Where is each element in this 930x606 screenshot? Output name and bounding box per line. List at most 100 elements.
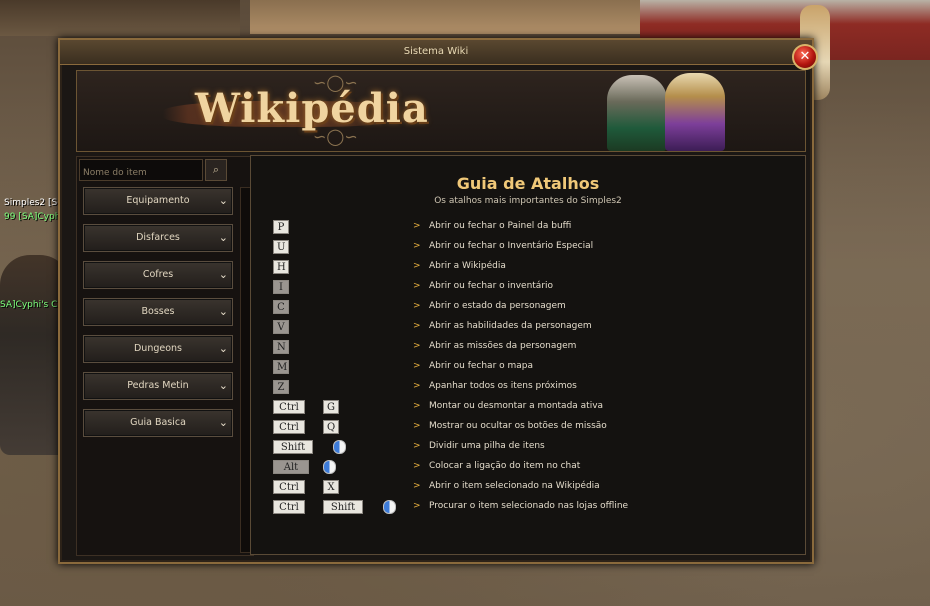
key-ctrl: Ctrl [273, 480, 305, 494]
menu-item-label: Cofres [142, 269, 174, 280]
menu-item-disfarces[interactable]: Disfarces ⌄ [83, 224, 233, 252]
chevron-down-icon: ⌄ [218, 231, 228, 244]
window-titlebar[interactable]: Sistema Wiki [60, 40, 812, 65]
nameplate-3: SA]Cyphi's C [0, 300, 58, 310]
sidebar: ⌕ Equipamento ⌄ Disfarces ⌄ Cofres ⌄ Bos… [76, 156, 254, 556]
shortcut-description: Abrir ou fechar o mapa [429, 361, 534, 371]
shortcut-description: Abrir ou fechar o inventário [429, 281, 554, 291]
shortcut-row: N > Abrir as missões da personagem [273, 338, 793, 358]
bullet-icon: > [413, 481, 421, 491]
mouse-icon [323, 460, 336, 474]
key-shift: Shift [323, 500, 363, 514]
shortcut-row: V > Abrir as habilidades da personagem [273, 318, 793, 338]
menu-item-label: Guia Basica [130, 417, 186, 428]
window-title: Sistema Wiki [403, 46, 469, 57]
key-shift: Shift [273, 440, 313, 454]
menu-item-cofres[interactable]: Cofres ⌄ [83, 261, 233, 289]
shortcut-row: Ctrl G > Montar ou desmontar a montada ativ… [273, 398, 793, 418]
key-n: N [273, 340, 289, 354]
search-button[interactable]: ⌕ [205, 159, 227, 181]
key-q: Q [323, 420, 339, 434]
shortcut-description: Montar ou desmontar a montada ativa [429, 401, 604, 411]
menu-item-label: Pedras Metin [127, 380, 189, 391]
chevron-down-icon: ⌄ [218, 416, 228, 429]
key-ctrl: Ctrl [273, 400, 305, 414]
nameplate-2: 99 [SA]Cyph [4, 212, 61, 222]
shortcut-description: Abrir o estado da personagem [429, 301, 566, 311]
shortcut-row: H > Abrir a Wikipédia [273, 258, 793, 278]
shortcut-row: C > Abrir o estado da personagem [273, 298, 793, 318]
bullet-icon: > [413, 421, 421, 431]
bullet-icon: > [413, 441, 421, 451]
bullet-icon: > [413, 281, 421, 291]
banner-character-1 [607, 75, 667, 151]
key-m: M [273, 360, 289, 374]
menu-item-equipamento[interactable]: Equipamento ⌄ [83, 187, 233, 215]
shortcut-description: Abrir a Wikipédia [429, 261, 506, 271]
chevron-down-icon: ⌄ [218, 194, 228, 207]
chevron-down-icon: ⌄ [218, 342, 228, 355]
category-menu: Equipamento ⌄ Disfarces ⌄ Cofres ⌄ Bosse… [79, 187, 237, 446]
shortcut-description: Abrir as habilidades da personagem [429, 321, 592, 331]
wikipedia-logo: Wikipédia [195, 85, 429, 132]
bullet-icon: > [413, 301, 421, 311]
shortcut-description: Abrir ou fechar o Inventário Especial [429, 241, 594, 251]
shortcut-row: Ctrl Q > Mostrar ou ocultar os botões de mi… [273, 418, 793, 438]
shortcut-description: Procurar o item selecionado nas lojas of… [429, 501, 629, 511]
shortcut-row: Ctrl Shift > Procurar o item selecionado na… [273, 498, 793, 518]
bullet-icon: > [413, 361, 421, 371]
key-h: H [273, 260, 289, 274]
chevron-down-icon: ⌄ [218, 305, 228, 318]
bullet-icon: > [413, 261, 421, 271]
shortcut-row: M > Abrir ou fechar o mapa [273, 358, 793, 378]
key-v: V [273, 320, 289, 334]
banner-character-2 [665, 73, 725, 151]
bullet-icon: > [413, 501, 421, 511]
menu-item-bosses[interactable]: Bosses ⌄ [83, 298, 233, 326]
shortcut-row: I > Abrir ou fechar o inventário [273, 278, 793, 298]
wiki-banner: ∽◯∽ ∽◯∽ Wikipédia [76, 70, 806, 152]
key-i: I [273, 280, 289, 294]
shortcut-description: Dividir uma pilha de itens [429, 441, 545, 451]
key-alt: Alt [273, 460, 309, 474]
shortcut-description: Abrir as missões da personagem [429, 341, 577, 351]
shortcut-row: U > Abrir ou fechar o Inventário Especial [273, 238, 793, 258]
shortcut-description: Colocar a ligação do item no chat [429, 461, 581, 471]
shortcut-description: Abrir o item selecionado na Wikipédia [429, 481, 600, 491]
wiki-window: Sistema Wiki ✕ ∽◯∽ ∽◯∽ Wikipédia ⌕ Equip… [58, 38, 818, 564]
page-subtitle: Os atalhos mais importantes do Simples2 [434, 196, 622, 206]
chevron-down-icon: ⌄ [218, 379, 228, 392]
menu-item-pedras-metin[interactable]: Pedras Metin ⌄ [83, 372, 233, 400]
chevron-down-icon: ⌄ [218, 268, 228, 281]
search-input[interactable] [80, 164, 202, 182]
bullet-icon: > [413, 221, 421, 231]
search-icon: ⌕ [212, 163, 220, 176]
key-ctrl: Ctrl [273, 500, 305, 514]
key-ctrl: Ctrl [273, 420, 305, 434]
shortcut-description: Abrir ou fechar o Painel da buffi [429, 221, 572, 231]
shortcut-row: Ctrl X > Abrir o item selecionado na Wikipé… [273, 478, 793, 498]
menu-item-label: Equipamento [126, 195, 190, 206]
bullet-icon: > [413, 461, 421, 471]
menu-item-dungeons[interactable]: Dungeons ⌄ [83, 335, 233, 363]
close-icon: ✕ [799, 49, 811, 64]
background-building-center [250, 0, 670, 34]
page-title: Guia de Atalhos [456, 174, 600, 193]
bullet-icon: > [413, 241, 421, 251]
shortcut-row: P > Abrir ou fechar o Painel da buffi [273, 218, 793, 238]
mouse-icon [333, 440, 346, 454]
shortcut-list: P > Abrir ou fechar o Painel da buffi U > Abr… [273, 218, 793, 518]
shortcut-row: Alt > Colocar a ligação do item no chat [273, 458, 793, 478]
menu-item-label: Bosses [141, 306, 175, 317]
menu-item-label: Dungeons [133, 343, 182, 354]
shortcut-description: Apanhar todos os itens próximos [429, 381, 577, 391]
bullet-icon: > [413, 321, 421, 331]
menu-item-guia-basica[interactable]: Guia Basica ⌄ [83, 409, 233, 437]
content-panel: Guia de Atalhos Os atalhos mais importan… [250, 155, 806, 555]
search-field[interactable] [79, 159, 203, 182]
shortcut-row: Shift > Dividir uma pilha de itens [273, 438, 793, 458]
key-z: Z [273, 380, 289, 394]
close-button[interactable]: ✕ [792, 44, 818, 70]
mouse-icon [383, 500, 396, 514]
shortcut-row: Z > Apanhar todos os itens próximos [273, 378, 793, 398]
